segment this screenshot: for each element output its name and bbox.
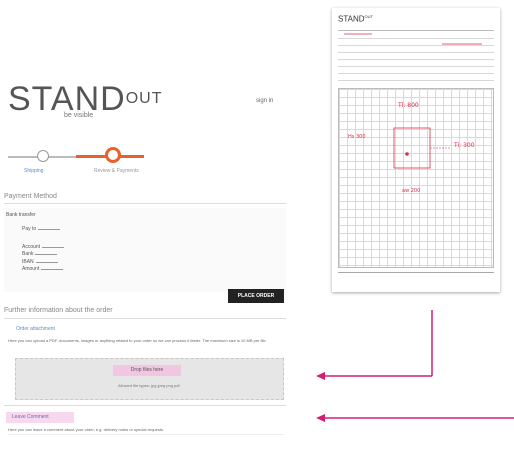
payment-method-title: Payment Method — [4, 193, 57, 200]
checkout-progress: Shipping Review & Payments — [8, 144, 144, 178]
further-info-title: Further information about the order — [4, 307, 113, 314]
sketch-note: Tl: 800 — [398, 102, 419, 109]
bank-detail-line: Bank — [22, 251, 57, 257]
allowed-file-types: Allowed file types: jpg jpeg png pdf — [118, 383, 180, 388]
step-shipping-label[interactable]: Shipping — [24, 168, 43, 174]
bank-detail-line: Pay to — [22, 226, 60, 232]
form-footer — [338, 272, 494, 287]
divider — [4, 405, 286, 406]
bank-detail-line: Account — [22, 244, 64, 250]
comment-help-text: Here you can leave a comment about your … — [8, 427, 165, 432]
step-payment-label: Review & Payments — [94, 168, 139, 174]
logo-wordmark: STANDOUT — [8, 82, 163, 116]
payment-option-label[interactable]: Bank transfer — [6, 212, 36, 218]
sketch-note: Ti: 300 — [454, 142, 475, 149]
handwritten-sketch — [344, 33, 482, 169]
bank-detail-line: Amount — [22, 266, 63, 272]
attachment-help-text: Here you can upload a PDF, documents, im… — [8, 338, 267, 343]
arrow-to-drop-zone — [316, 310, 433, 380]
logo-tagline: be visible — [64, 112, 94, 119]
sketch-note: Hs 300 — [348, 134, 366, 140]
drop-files-button[interactable]: Drop files here — [113, 365, 181, 376]
top-nav-link[interactable]: sign in — [256, 98, 273, 104]
step-shipping-dot[interactable] — [37, 150, 49, 162]
place-order-button[interactable]: PLACE ORDER — [228, 289, 284, 303]
divider — [4, 318, 286, 319]
payment-method-panel — [4, 208, 286, 292]
arrow-to-leave-comment — [316, 414, 514, 422]
sketch-note: aw 200 — [402, 188, 421, 194]
step-payment-dot — [105, 147, 121, 163]
comment-textarea[interactable] — [8, 434, 284, 460]
divider — [4, 203, 286, 204]
order-attachment-link[interactable]: Order attachment — [16, 326, 55, 332]
logo-superscript: OUT — [125, 90, 163, 107]
scanned-order-form: STANDOUT Tl: 800 Ti: 300 Hs 300 aw 200 — [332, 8, 500, 292]
bank-detail-line: IBAN — [22, 259, 58, 265]
brand-logo[interactable]: STANDOUT be visible — [8, 82, 163, 119]
screenshot-composite: STANDOUT be visible sign in Shipping Rev… — [0, 0, 514, 459]
leave-comment-button[interactable]: Leave Comment — [6, 412, 74, 423]
